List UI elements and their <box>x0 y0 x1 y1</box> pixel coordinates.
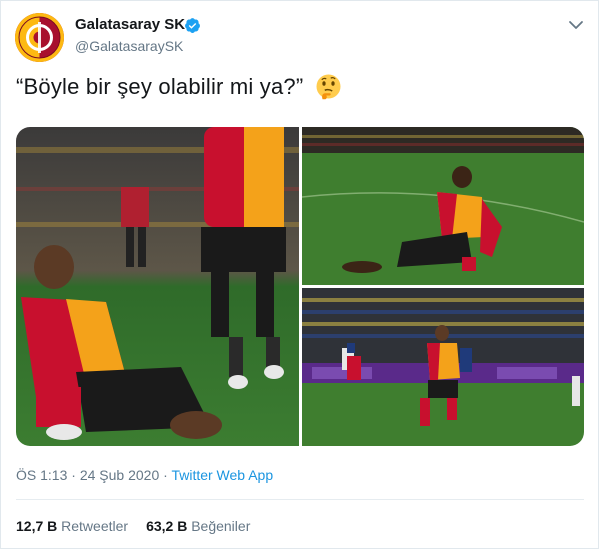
galatasaray-crest-icon <box>15 13 64 62</box>
chevron-down-icon[interactable] <box>566 15 586 35</box>
retweets-stat[interactable]: 12,7 B Retweetler <box>16 518 128 534</box>
photo-player-running-image <box>302 288 584 446</box>
divider <box>16 499 584 500</box>
likes-count: 63,2 B <box>146 518 188 534</box>
tweet-meta: ÖS 1:13 · 24 Şub 2020 · Twitter Web App <box>16 467 273 483</box>
tweet-date[interactable]: 24 Şub 2020 <box>80 467 159 483</box>
meta-separator-2: · <box>159 467 172 483</box>
engagement-stats: 12,7 B Retweetler 63,2 B Beğeniler <box>16 518 268 534</box>
photo-3[interactable] <box>302 288 584 446</box>
tweet-text: “Böyle bir şey olabilir mi ya?” <box>16 74 304 99</box>
meta-separator: · <box>67 467 80 483</box>
photo-knee-slide-pitch-image <box>302 127 584 285</box>
photo-knee-slide-image <box>16 127 299 446</box>
likes-label: Beğeniler <box>191 518 251 534</box>
verified-badge-icon <box>185 18 200 33</box>
thinking-face-icon <box>316 74 341 100</box>
avatar[interactable] <box>15 13 64 62</box>
retweets-count: 12,7 B <box>16 518 58 534</box>
tweet-card: Galatasaray SK @GalatasaraySK “Böyle bir… <box>0 0 599 549</box>
tweet-time[interactable]: ÖS 1:13 <box>16 467 67 483</box>
media-grid <box>16 127 584 446</box>
retweets-label: Retweetler <box>61 518 129 534</box>
likes-stat[interactable]: 63,2 B Beğeniler <box>146 518 250 534</box>
account-name[interactable]: Galatasaray SK <box>75 16 185 33</box>
tweet-source-link[interactable]: Twitter Web App <box>171 467 273 483</box>
account-handle[interactable]: @GalatasaraySK <box>75 38 183 54</box>
photo-1[interactable] <box>16 127 299 446</box>
photo-2[interactable] <box>302 127 584 285</box>
